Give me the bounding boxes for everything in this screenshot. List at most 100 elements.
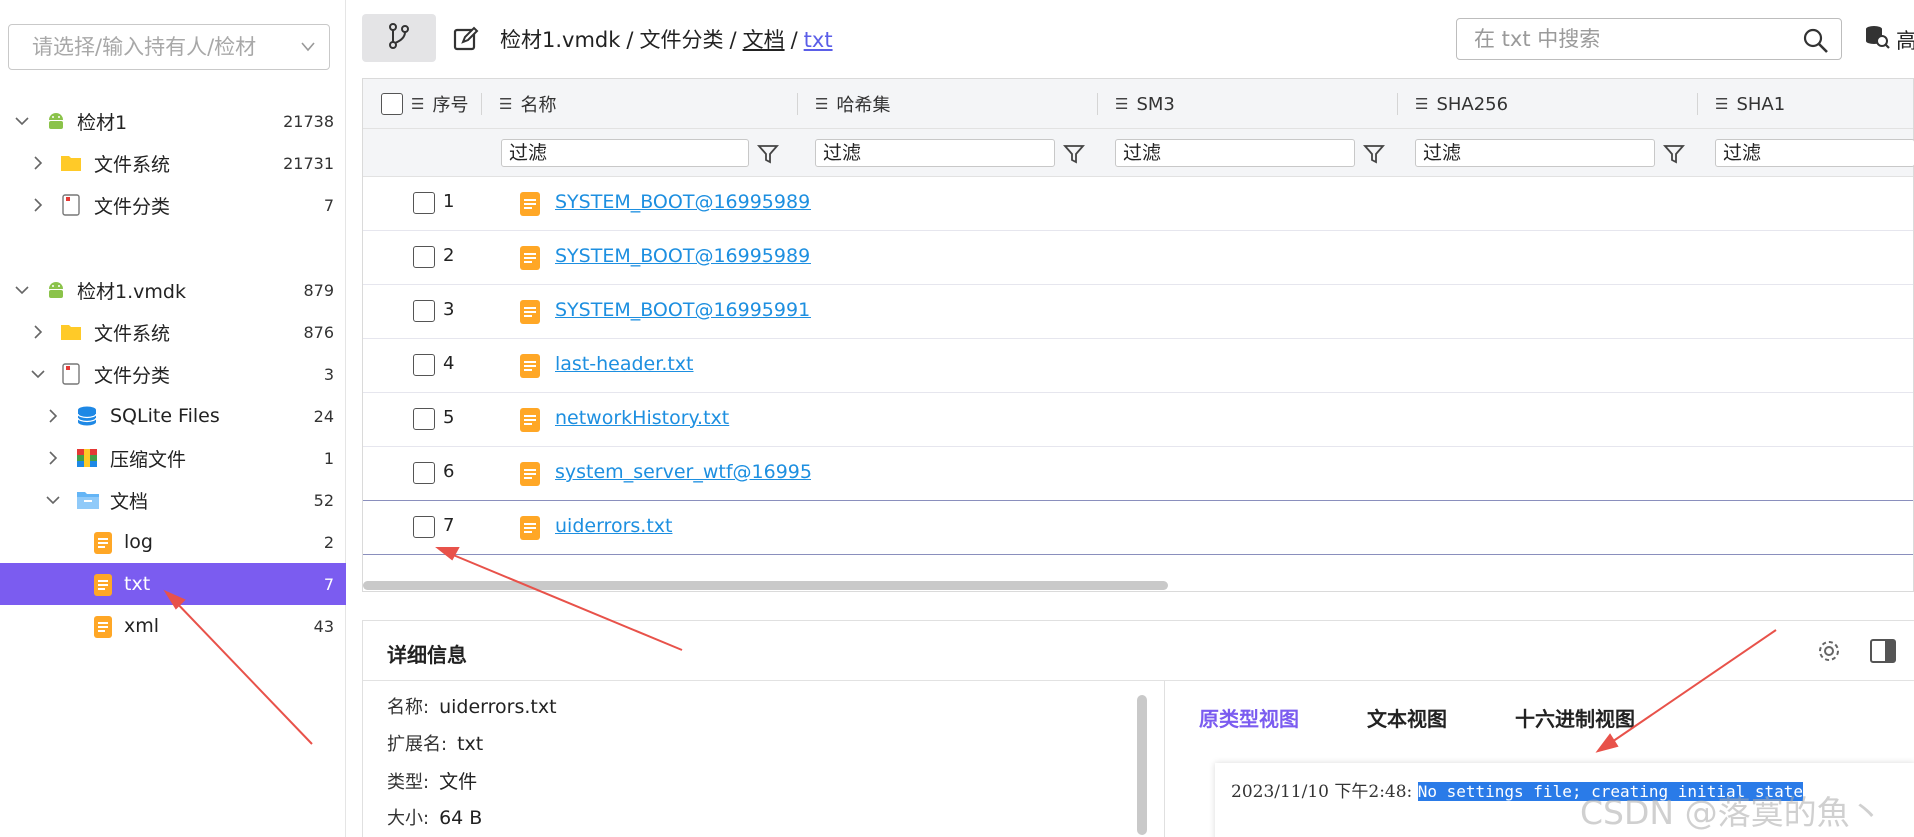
table-row[interactable]: 6 system_server_wtf@169959 <box>363 447 1913 501</box>
table-row-selected[interactable]: 7 uiderrors.txt <box>363 501 1913 555</box>
chevron-right-icon[interactable] <box>45 408 61 424</box>
filter-input-hashset[interactable]: 过滤 <box>815 139 1055 167</box>
filter-icon[interactable] <box>1063 143 1085 165</box>
file-name-link[interactable]: uiderrors.txt <box>555 515 811 537</box>
text-file-icon <box>92 573 114 596</box>
breadcrumb-item[interactable]: 文档 <box>743 28 785 52</box>
search-input[interactable]: 在 txt 中搜索 <box>1456 18 1842 60</box>
filter-input-sha256[interactable]: 过滤 <box>1415 139 1655 167</box>
text-file-icon <box>519 353 541 379</box>
filter-input-sm3[interactable]: 过滤 <box>1115 139 1355 167</box>
tree-item-filesystem[interactable]: 文件系统 876 <box>0 311 346 353</box>
row-checkbox[interactable] <box>413 300 435 327</box>
sidebar: 请选择/输入持有人/检材 检材1 21738 文件系统 21731 文件分类 7… <box>0 0 346 837</box>
advanced-search-button[interactable]: 高 <box>1864 24 1914 55</box>
row-checkbox[interactable] <box>413 462 435 489</box>
vertical-scrollbar[interactable] <box>1137 695 1147 835</box>
property-value: 文件 <box>439 771 478 793</box>
table-row[interactable]: 4 last-header.txt <box>363 339 1913 393</box>
row-checkbox[interactable] <box>413 192 435 219</box>
tree-item-label: 文件系统 <box>94 322 171 345</box>
row-checkbox[interactable] <box>413 354 435 381</box>
file-name-link[interactable]: SYSTEM_BOOT@1699598991 <box>555 245 811 267</box>
text-file-icon <box>519 515 541 541</box>
breadcrumb-separator: / <box>626 28 634 52</box>
tree-item-label: 文件分类 <box>94 364 171 387</box>
tree-item-count: 52 <box>313 490 334 510</box>
table-row[interactable]: 2 SYSTEM_BOOT@1699598991 <box>363 231 1913 285</box>
column-divider[interactable] <box>1097 93 1098 115</box>
chevron-down-icon[interactable] <box>45 492 61 508</box>
tree-item-txt[interactable]: txt 7 <box>0 563 346 605</box>
filter-icon[interactable] <box>1363 143 1385 165</box>
archive-icon <box>76 447 98 469</box>
chevron-down-icon[interactable] <box>30 366 46 382</box>
chevron-right-icon[interactable] <box>30 197 46 213</box>
gear-icon[interactable] <box>1815 637 1843 670</box>
tree-item-count: 7 <box>323 195 334 215</box>
tree-item-file-category[interactable]: 文件分类 3 <box>0 353 346 395</box>
tree-item-file-category[interactable]: 文件分类 7 <box>0 184 346 226</box>
breadcrumb-item[interactable]: 文件分类 <box>640 28 724 52</box>
column-divider[interactable] <box>797 93 798 115</box>
tree-item-xml[interactable]: xml 43 <box>0 605 346 647</box>
table-row[interactable]: 3 SYSTEM_BOOT@1699599102 <box>363 285 1913 339</box>
file-name-link[interactable]: SYSTEM_BOOT@1699599102 <box>555 299 811 321</box>
chevron-down-icon[interactable] <box>14 113 30 129</box>
file-name-link[interactable]: system_server_wtf@169959 <box>555 461 811 483</box>
column-header-index[interactable]: ☰ 序号 <box>411 79 468 129</box>
chevron-right-icon[interactable] <box>30 155 46 171</box>
chevron-right-icon[interactable] <box>45 450 61 466</box>
tree-item-label: xml <box>124 615 160 637</box>
search-placeholder: 在 txt 中搜索 <box>1474 27 1601 51</box>
column-header-sm3[interactable]: ☰ SM3 <box>1115 79 1175 129</box>
chevron-down-icon[interactable] <box>14 282 30 298</box>
breadcrumb-current[interactable]: txt <box>804 28 833 52</box>
tab-hex-view[interactable]: 十六进制视图 <box>1515 703 1635 732</box>
list-icon: ☰ <box>815 95 829 113</box>
tree-item-evidence-vmdk[interactable]: 检材1.vmdk 879 <box>0 269 346 311</box>
chevron-right-icon[interactable] <box>30 324 46 340</box>
file-name-link[interactable]: networkHistory.txt <box>555 407 811 429</box>
column-divider[interactable] <box>1397 93 1398 115</box>
tree-item-documents[interactable]: 文档 52 <box>0 479 346 521</box>
file-name-link[interactable]: last-header.txt <box>555 353 811 375</box>
filter-input-sha1[interactable]: 过滤 <box>1715 139 1914 167</box>
row-checkbox[interactable] <box>413 516 435 543</box>
tree-item-filesystem[interactable]: 文件系统 21731 <box>0 142 346 184</box>
branch-button[interactable] <box>362 14 436 62</box>
breadcrumb-item[interactable]: 检材1.vmdk <box>500 28 620 52</box>
panel-toggle-icon[interactable] <box>1869 637 1897 670</box>
owner-select[interactable]: 请选择/输入持有人/检材 <box>8 24 330 70</box>
row-checkbox[interactable] <box>413 408 435 435</box>
tree-item-sqlite-files[interactable]: SQLite Files 24 <box>0 395 346 437</box>
tree-item-evidence-1[interactable]: 检材1 21738 <box>0 100 346 142</box>
column-header-hashset[interactable]: ☰ 哈希集 <box>815 79 890 129</box>
column-header-name[interactable]: ☰ 名称 <box>499 79 556 129</box>
filter-input-name[interactable]: 过滤 <box>501 139 749 167</box>
column-divider[interactable] <box>481 93 482 115</box>
android-icon <box>45 279 67 301</box>
tree-item-label: 文件系统 <box>94 153 171 176</box>
breadcrumb: 检材1.vmdk / 文件分类 / 文档 / txt <box>500 24 833 54</box>
column-header-sha1[interactable]: ☰ SHA1 <box>1715 79 1785 129</box>
tree-item-label: txt <box>124 573 151 595</box>
select-all-checkbox[interactable] <box>381 93 403 120</box>
table-row[interactable]: 5 networkHistory.txt <box>363 393 1913 447</box>
tab-native-view[interactable]: 原类型视图 <box>1199 703 1299 732</box>
column-divider[interactable] <box>1697 93 1698 115</box>
tab-text-view[interactable]: 文本视图 <box>1367 703 1447 732</box>
column-header-sha256[interactable]: ☰ SHA256 <box>1415 79 1508 129</box>
file-name-link[interactable]: SYSTEM_BOOT@1699598923 <box>555 191 811 213</box>
chevron-down-icon <box>299 25 317 69</box>
row-checkbox[interactable] <box>413 246 435 273</box>
tree-item-log[interactable]: log 2 <box>0 521 346 563</box>
filter-icon[interactable] <box>1663 143 1685 165</box>
edit-icon[interactable] <box>452 25 480 53</box>
search-icon[interactable] <box>1803 27 1829 67</box>
tree-item-archives[interactable]: 压缩文件 1 <box>0 437 346 479</box>
filter-icon[interactable] <box>757 143 779 165</box>
preview-timestamp: 2023/11/10 下午2:48: <box>1231 782 1418 802</box>
horizontal-scrollbar[interactable] <box>363 581 1168 590</box>
table-row[interactable]: 1 SYSTEM_BOOT@1699598923 <box>363 177 1913 231</box>
